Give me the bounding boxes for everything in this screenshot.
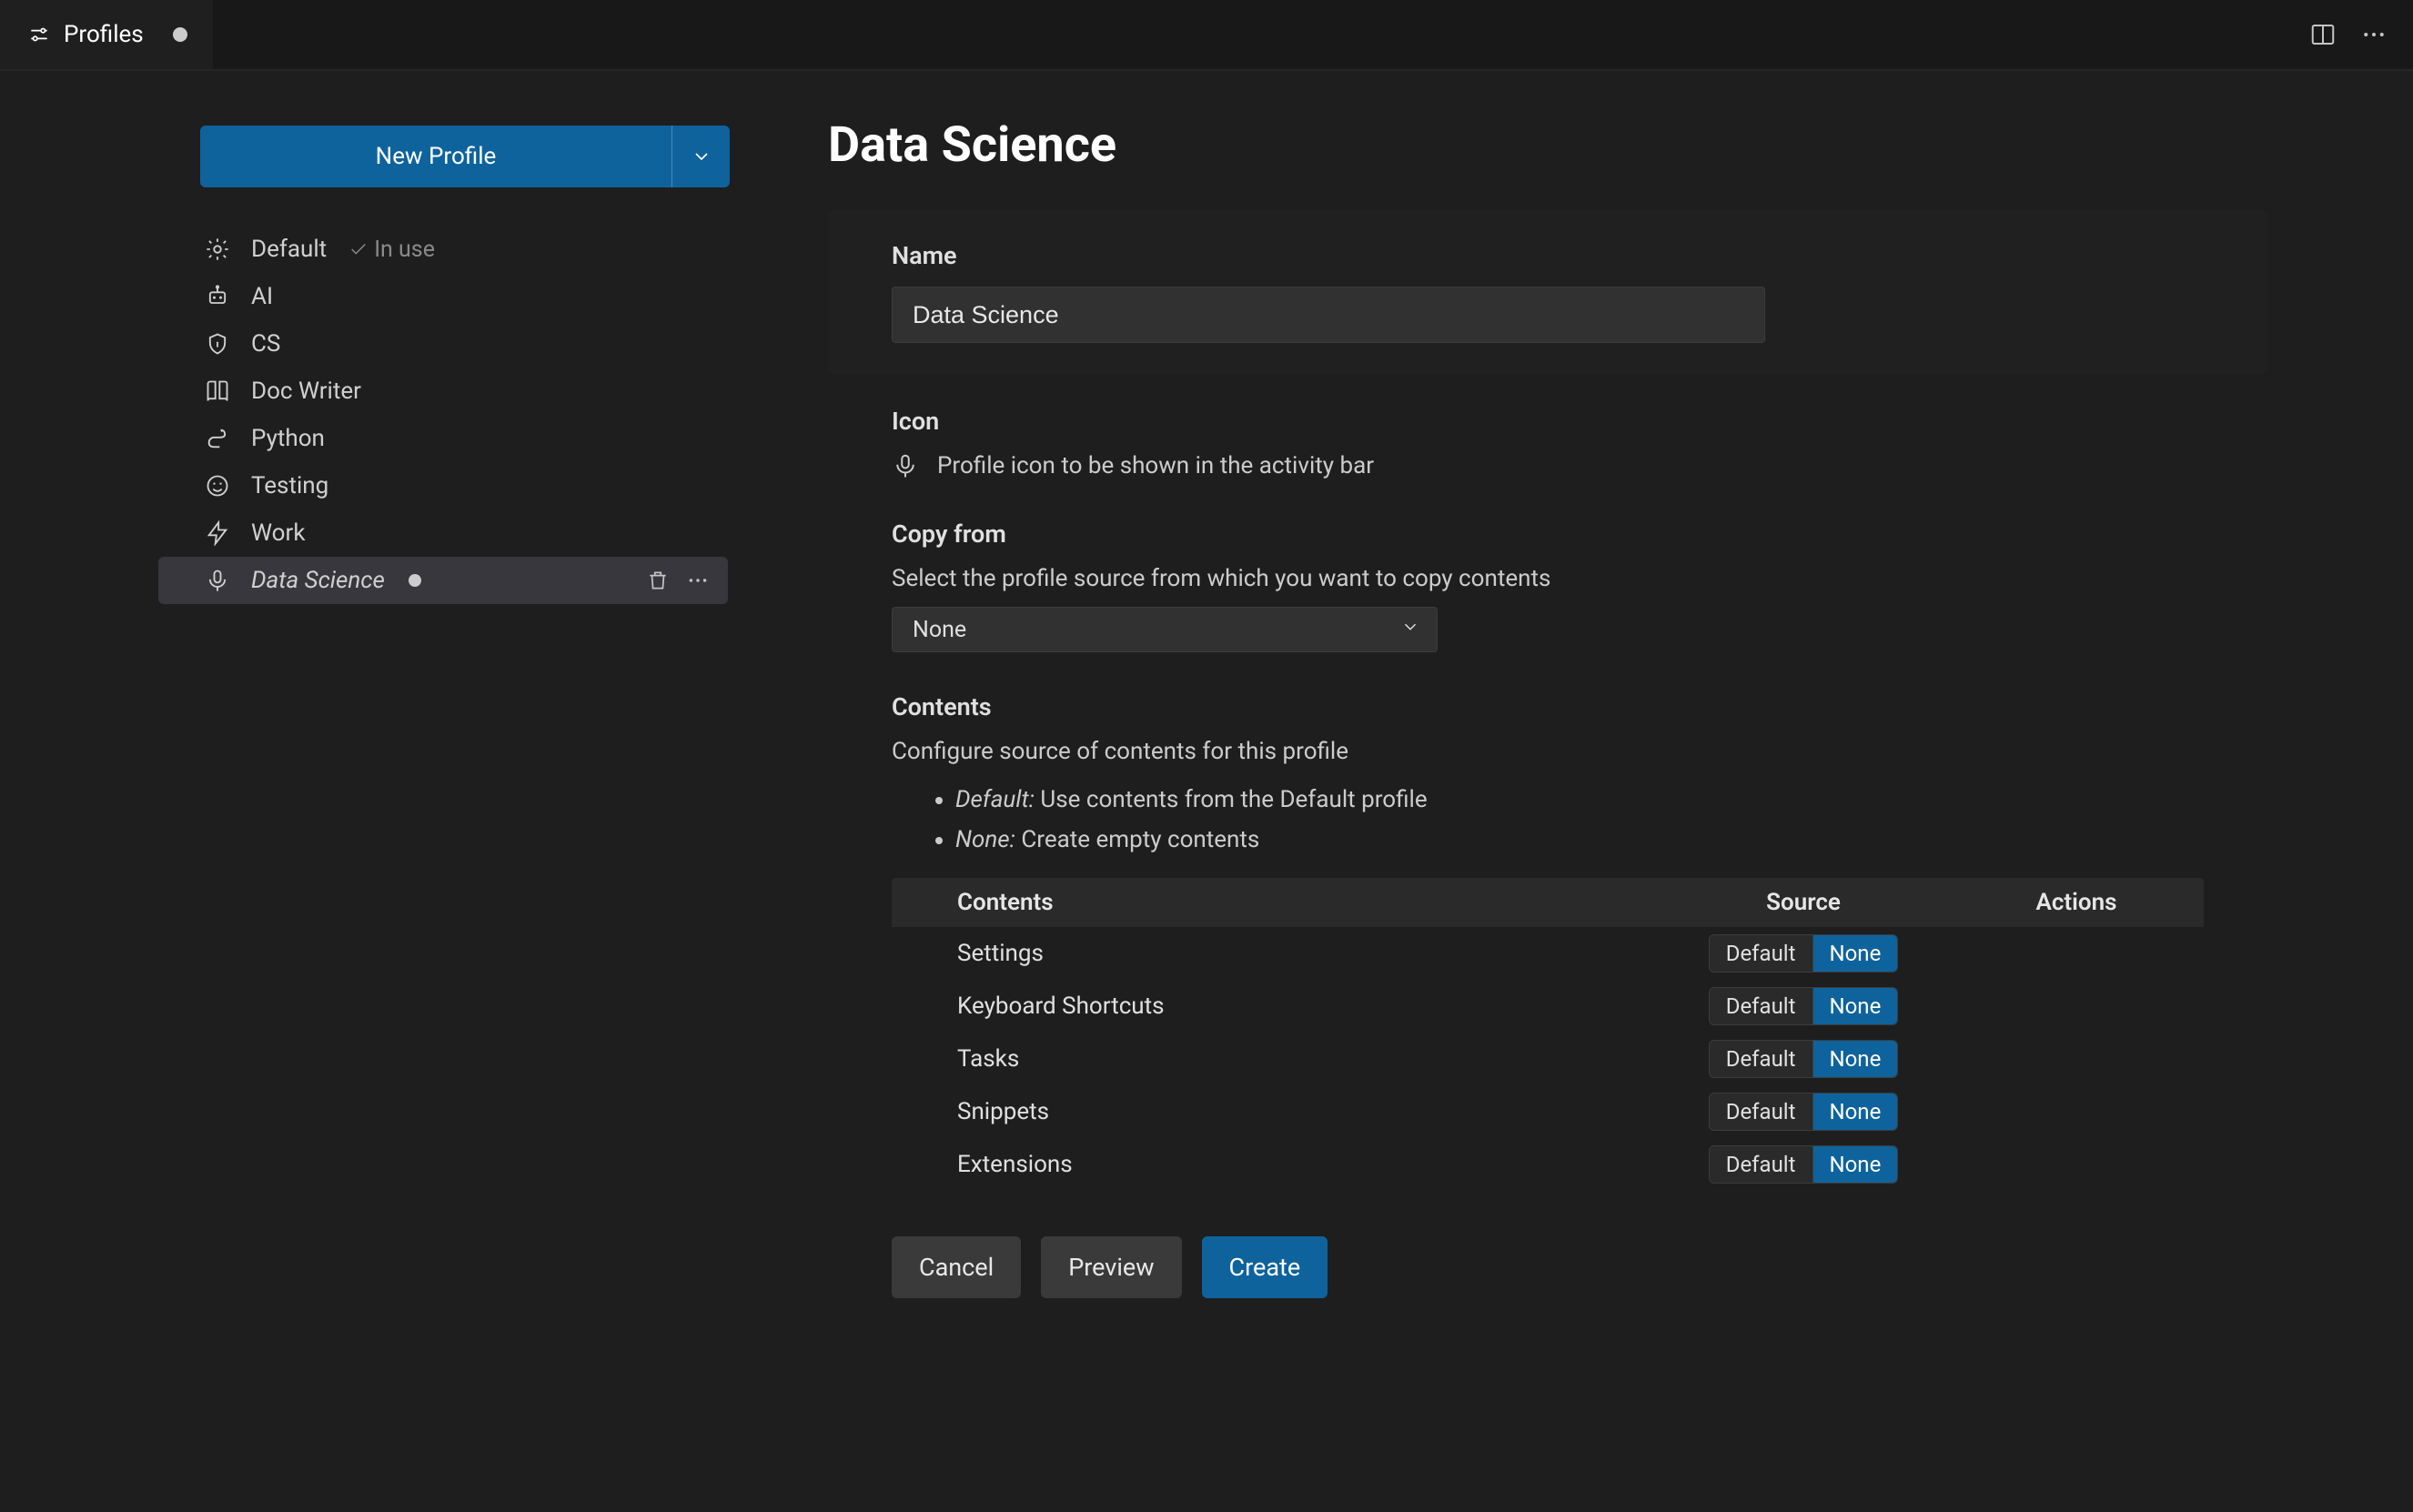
tab-bar-left: Profiles	[0, 0, 214, 69]
contents-row-name: Extensions	[957, 1151, 1658, 1178]
create-button[interactable]: Create	[1202, 1236, 1328, 1298]
profile-name-input[interactable]	[892, 287, 1765, 343]
profile-item-data-science[interactable]: Data Science	[158, 557, 728, 604]
profile-list: Default In use AI CS Doc Writer Python Testing…	[200, 226, 728, 604]
source-segmented: Default None	[1709, 1093, 1899, 1131]
shield-icon	[200, 331, 235, 357]
contents-row-name: Keyboard Shortcuts	[957, 993, 1658, 1020]
contents-row: Snippets Default None	[892, 1085, 2204, 1138]
contents-label: Contents	[892, 692, 2204, 721]
source-segmented: Default None	[1709, 1145, 1899, 1184]
tab-title: Profiles	[64, 21, 144, 48]
new-profile-dropdown[interactable]	[671, 126, 730, 187]
profile-item-label: Data Science	[251, 567, 385, 594]
contents-bullets: Default: Use contents from the Default p…	[892, 780, 2204, 860]
contents-row: Keyboard Shortcuts Default None	[892, 980, 2204, 1033]
source-segmented: Default None	[1709, 1040, 1899, 1078]
source-segmented: Default None	[1709, 987, 1899, 1025]
profile-item-doc-writer[interactable]: Doc Writer	[158, 368, 728, 415]
robot-icon	[200, 284, 235, 309]
section-name: Name	[828, 210, 2267, 374]
page-title: Data Science	[828, 116, 2267, 174]
profile-item-label: Work	[251, 519, 306, 547]
contents-row-name: Snippets	[957, 1098, 1658, 1125]
source-none-button[interactable]: None	[1812, 1041, 1898, 1077]
copy-from-label: Copy from	[892, 519, 2204, 549]
profile-item-label: Python	[251, 425, 325, 452]
profile-item-python[interactable]: Python	[158, 415, 728, 462]
contents-table-header: Contents Source Actions	[892, 878, 2204, 927]
profile-editor: Data Science Name Icon Profile icon to b…	[773, 71, 2413, 1512]
icon-desc: Profile icon to be shown in the activity…	[937, 452, 1374, 479]
contents-row-name: Settings	[957, 940, 1658, 967]
new-profile-button[interactable]: New Profile	[200, 126, 730, 187]
profile-item-testing[interactable]: Testing	[158, 462, 728, 509]
cancel-button[interactable]: Cancel	[892, 1236, 1021, 1298]
book-icon	[200, 378, 235, 404]
profile-item-cs[interactable]: CS	[158, 320, 728, 368]
workspace: New Profile Default In use AI CS Doc Writer P…	[0, 71, 2413, 1512]
source-none-button[interactable]: None	[1812, 1146, 1898, 1183]
preview-button[interactable]: Preview	[1041, 1236, 1181, 1298]
source-none-button[interactable]: None	[1812, 1094, 1898, 1130]
tab-bar: Profiles	[0, 0, 2413, 71]
source-none-button[interactable]: None	[1812, 988, 1898, 1024]
snake-icon	[200, 426, 235, 451]
icon-label: Icon	[892, 407, 2204, 436]
tab-dirty-indicator-icon	[173, 27, 187, 42]
zap-icon	[200, 520, 235, 546]
more-actions-icon[interactable]	[2360, 21, 2388, 48]
smile-icon	[200, 473, 235, 499]
contents-row-name: Tasks	[957, 1045, 1658, 1073]
delete-profile-icon[interactable]	[646, 569, 670, 592]
settings-sliders-icon	[27, 23, 51, 46]
copy-from-desc: Select the profile source from which you…	[892, 565, 2204, 592]
source-default-button[interactable]: Default	[1710, 1094, 1812, 1130]
source-segmented: Default None	[1709, 934, 1899, 973]
profile-item-work[interactable]: Work	[158, 509, 728, 557]
new-profile-label: New Profile	[200, 126, 671, 187]
profile-item-label: CS	[251, 330, 280, 358]
profile-item-label: Testing	[251, 472, 328, 499]
th-actions: Actions	[1949, 889, 2204, 916]
dirty-indicator-icon	[409, 574, 421, 587]
section-contents: Contents Configure source of contents fo…	[828, 692, 2267, 1298]
profile-more-icon[interactable]	[686, 569, 710, 592]
tab-bar-actions	[2309, 0, 2413, 69]
chevron-down-icon	[1400, 617, 1420, 643]
section-copy-from: Copy from Select the profile source from…	[828, 519, 2267, 652]
profile-item-label: AI	[251, 283, 273, 310]
in-use-badge: In use	[348, 237, 435, 263]
profile-item-default[interactable]: Default In use	[158, 226, 728, 273]
profiles-sidebar: New Profile Default In use AI CS Doc Writer P…	[0, 71, 773, 1512]
source-none-button[interactable]: None	[1812, 935, 1898, 972]
profile-icon-preview[interactable]	[892, 452, 919, 479]
source-default-button[interactable]: Default	[1710, 988, 1812, 1024]
name-label: Name	[892, 241, 2204, 270]
profile-item-label: Default	[251, 236, 327, 263]
section-icon: Icon Profile icon to be shown in the act…	[828, 407, 2267, 479]
source-default-button[interactable]: Default	[1710, 1146, 1812, 1183]
contents-row: Extensions Default None	[892, 1138, 2204, 1191]
profile-item-ai[interactable]: AI	[158, 273, 728, 320]
copy-from-value: None	[913, 617, 966, 643]
gear-icon	[200, 237, 235, 262]
mic-icon	[200, 568, 235, 593]
contents-table: Contents Source Actions Settings Default…	[892, 878, 2204, 1191]
copy-from-select[interactable]: None	[892, 607, 1438, 652]
contents-desc: Configure source of contents for this pr…	[892, 738, 2204, 765]
source-default-button[interactable]: Default	[1710, 1041, 1812, 1077]
contents-row: Settings Default None	[892, 927, 2204, 980]
action-row: Cancel Preview Create	[892, 1236, 2204, 1298]
source-default-button[interactable]: Default	[1710, 935, 1812, 972]
split-editor-icon[interactable]	[2309, 21, 2337, 48]
contents-row: Tasks Default None	[892, 1033, 2204, 1085]
th-source: Source	[1658, 889, 1949, 916]
profile-item-label: Doc Writer	[251, 378, 361, 405]
tab-profiles[interactable]: Profiles	[0, 0, 214, 69]
th-contents: Contents	[957, 889, 1658, 916]
